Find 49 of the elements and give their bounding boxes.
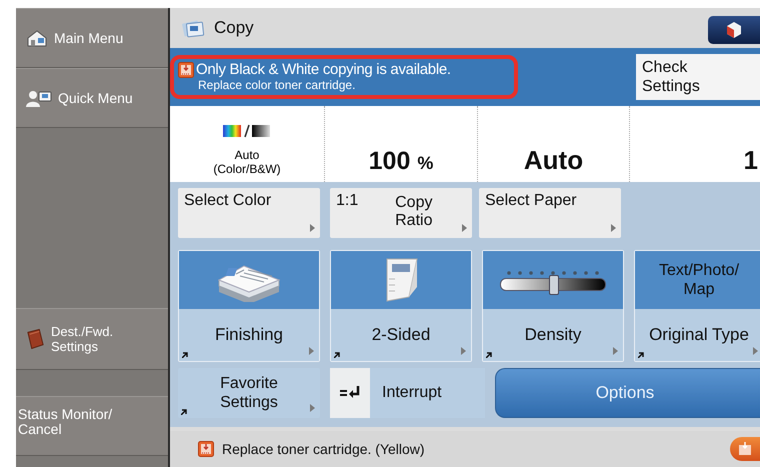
color-swatch-icon: [223, 124, 271, 138]
copy-ratio-value: 100 %: [368, 147, 434, 176]
interrupt-button[interactable]: Interrupt: [330, 368, 485, 418]
person-icon: [26, 89, 52, 107]
select-button[interactable]: Select Paper: [479, 188, 621, 238]
sidebar-button[interactable]: Dest./Fwd. Settings: [16, 308, 168, 370]
toner-warning-icon: [198, 441, 214, 457]
copy-ratio-button[interactable]: 1:1 Copy Ratio: [330, 188, 472, 238]
caret-icon: [613, 347, 618, 355]
caret-icon: [462, 224, 467, 232]
select-button[interactable]: Select Color: [178, 188, 320, 238]
toner-button[interactable]: [730, 437, 760, 461]
status-message: Replace toner cartridge. (Yellow): [222, 441, 426, 457]
caret-icon: [753, 347, 758, 355]
cube-icon: [727, 22, 741, 38]
corner-arrow-icon: [486, 352, 492, 358]
corner-arrow-icon: [334, 352, 340, 358]
copies-value: 1: [744, 145, 758, 176]
window-title: Copy: [214, 18, 255, 38]
color-mode-value: Auto (Color/B&W): [212, 148, 282, 176]
function-tile[interactable]: Text/Photo/ Map Original Type: [634, 250, 760, 362]
favorite-settings-button[interactable]: Favorite Settings: [178, 368, 320, 418]
slider-thumb[interactable]: [549, 274, 559, 294]
options-button[interactable]: Options: [495, 368, 760, 418]
function-tile[interactable]: Finishing: [178, 250, 320, 362]
function-tile[interactable]: 2-Sided: [330, 250, 472, 362]
caret-icon: [611, 224, 616, 232]
caret-icon: [310, 404, 315, 412]
paper-value: Auto: [524, 145, 584, 176]
corner-arrow-icon: [638, 352, 644, 358]
caret-icon: [309, 347, 314, 355]
corner-arrow-icon: [182, 352, 188, 358]
function-tile[interactable]: Density: [482, 250, 624, 362]
alert-detail: Replace color toner cartridge.: [197, 78, 356, 92]
toner-warning-icon: [178, 62, 194, 78]
original-type-value: Text/Photo/ Map: [658, 261, 740, 299]
caret-icon: [310, 224, 315, 232]
sidebar-button[interactable]: Main Menu: [16, 8, 168, 68]
interrupt-arrow-icon: [340, 386, 360, 400]
sidebar-button[interactable]: Status Monitor/ Cancel: [16, 396, 168, 456]
check-settings-button[interactable]: Check Settings: [636, 54, 760, 100]
book-icon: [26, 328, 45, 350]
alert-message: Only Black & White copying is available.: [196, 61, 451, 78]
corner-arrow-icon: [181, 409, 187, 415]
house-icon: [26, 29, 48, 47]
caret-icon: [461, 347, 466, 355]
toner-icon: [738, 442, 752, 456]
printer-button[interactable]: [708, 16, 760, 44]
sidebar-button[interactable]: Quick Menu: [16, 68, 168, 128]
